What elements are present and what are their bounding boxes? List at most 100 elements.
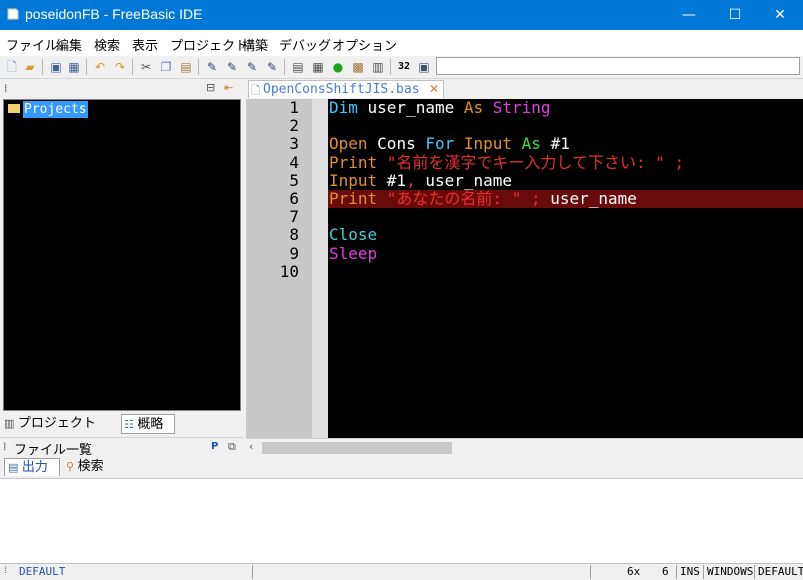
output-icon: ▤: [8, 461, 22, 474]
code-line: Open Cons For Input As #1: [329, 135, 570, 153]
tab-search[interactable]: ⚲ 検索: [66, 458, 126, 476]
editor-tab[interactable]: 🗋 OpenConsShiftJIS.bas ✕: [248, 80, 444, 98]
menu-view[interactable]: 表示: [132, 35, 158, 54]
window-icon[interactable]: ▣: [416, 59, 432, 75]
project-tree[interactable]: Projects: [3, 99, 241, 411]
menu-file[interactable]: ファイル: [6, 35, 58, 54]
output-area[interactable]: [0, 479, 803, 563]
mark-next-icon[interactable]: ✎: [224, 59, 240, 75]
code-editor[interactable]: Dim user_name As String Open Cons For Inp…: [328, 99, 803, 438]
close-button[interactable]: ✕: [757, 0, 803, 30]
app-icon: [7, 8, 19, 20]
code-token: #1: [386, 170, 407, 190]
mark-clear-icon[interactable]: ✎: [264, 59, 280, 75]
code-token: As: [521, 134, 551, 154]
pin-icon[interactable]: ⇤: [224, 81, 233, 94]
code-token: #1: [550, 134, 570, 154]
bits-label[interactable]: 32: [396, 59, 412, 75]
cut-icon[interactable]: ✂: [138, 59, 154, 75]
output-tabs: ▤ 出力 ⚲ 検索: [0, 456, 803, 479]
menu-debug[interactable]: デバッグ: [279, 35, 331, 54]
code-line: Dim user_name As String: [329, 99, 551, 117]
close-tab-icon[interactable]: ✕: [429, 81, 439, 98]
collapse-icon[interactable]: ⊟: [206, 81, 215, 94]
tab-outline[interactable]: ☷ 概略: [121, 414, 175, 434]
fold-margin[interactable]: [312, 99, 328, 438]
menu-edit[interactable]: 編集: [56, 35, 82, 54]
code-line: Print "名前を漢字でキー入力して下さい: " ;: [329, 153, 684, 172]
run-icon[interactable]: ●: [330, 59, 346, 75]
code-token: Dim: [329, 99, 368, 117]
code-token: ,: [406, 170, 426, 190]
folder-icon: [8, 104, 20, 113]
status-separator: [703, 565, 704, 579]
code-token: Open: [329, 134, 378, 154]
code-token: Print: [329, 189, 387, 208]
line-number: 6: [289, 189, 299, 208]
code-line: Input #1, user_name: [329, 170, 513, 190]
code-line: Close: [329, 226, 377, 244]
tab-output-label: 出力: [21, 460, 48, 475]
line-number: 3: [289, 134, 299, 154]
tab-project-label: プロジェクト: [17, 416, 96, 431]
toolbar-separator: [42, 59, 43, 75]
rebuild-icon[interactable]: ▩: [350, 59, 366, 75]
file-list-float-icon[interactable]: ⧉: [228, 440, 236, 454]
menu-search[interactable]: 検索: [94, 35, 120, 54]
status-line: 6: [662, 565, 669, 578]
toolbar-separator: [86, 59, 87, 75]
toolbar-search-input[interactable]: [436, 57, 800, 75]
quick-run-icon[interactable]: ▥: [370, 59, 386, 75]
scroll-left-icon[interactable]: ‹: [249, 440, 253, 453]
maximize-button[interactable]: ☐: [712, 0, 758, 30]
copy-icon[interactable]: ❐: [158, 59, 174, 75]
new-file-icon[interactable]: 🗋: [4, 59, 20, 75]
menu-project[interactable]: プロジェクト: [170, 35, 248, 54]
save-icon[interactable]: ▣: [48, 59, 64, 75]
build-icon[interactable]: ▦: [310, 59, 326, 75]
file-list-bar[interactable]: ⁞ ファイル一覧 P ⧉: [0, 437, 243, 458]
status-separator: [754, 565, 755, 579]
code-token: Cons: [377, 134, 426, 154]
tab-search-label: 検索: [77, 459, 104, 474]
title-bar: poseidonFB - FreeBasic IDE — ☐ ✕: [0, 0, 803, 30]
code-line: Print "あなたの名前: " ; user_name: [329, 190, 637, 208]
code-token: "あなたの名前: " ;: [386, 189, 551, 208]
code-token: Close: [329, 225, 378, 245]
panel-grip-icon[interactable]: ⁞: [4, 82, 8, 95]
menu-options[interactable]: オプション: [332, 35, 397, 54]
code-token: user_name: [425, 170, 513, 190]
tab-output[interactable]: ▤ 出力: [4, 458, 60, 476]
menu-build[interactable]: 構築: [242, 35, 268, 54]
compile-icon[interactable]: ▤: [290, 59, 306, 75]
tab-project[interactable]: ▥ プロジェクト: [4, 414, 118, 434]
code-token: As: [463, 99, 493, 117]
redo-icon[interactable]: ↷: [112, 59, 128, 75]
line-number: 4: [289, 152, 299, 172]
mark-prev-icon[interactable]: ✎: [244, 59, 260, 75]
tree-item-projects[interactable]: Projects: [23, 101, 88, 118]
project-panel-header: ⁞ ⊟ ⇤: [0, 80, 243, 98]
toolbar-separator: [132, 59, 133, 75]
menu-bar: ファイル 編集 検索 表示 プロジェクト 構築 デバッグ オプション: [0, 30, 803, 56]
open-icon[interactable]: ▰: [22, 59, 38, 75]
line-number: 2: [289, 116, 299, 136]
horizontal-scrollbar[interactable]: ‹: [246, 438, 803, 457]
status-column: 6x: [627, 565, 641, 578]
status-left: DEFAULT: [19, 565, 66, 578]
minimize-button[interactable]: —: [666, 0, 712, 30]
project-tab-icon: ▥: [4, 417, 18, 430]
paste-icon[interactable]: ▤: [178, 59, 194, 75]
mark-icon[interactable]: ✎: [204, 59, 220, 75]
toolbar: 🗋 ▰ ▣ ▦ ↶ ↷ ✂ ❐ ▤ ✎ ✎ ✎ ✎ ▤ ▦ ● ▩ ▥ 32 ▣: [0, 56, 803, 79]
status-separator: [676, 565, 677, 579]
code-token: For: [425, 134, 464, 154]
undo-icon[interactable]: ↶: [92, 59, 108, 75]
line-number: 9: [289, 243, 299, 263]
code-token: user_name: [367, 99, 464, 117]
line-number: 8: [289, 225, 299, 245]
scrollbar-thumb[interactable]: [262, 442, 452, 454]
save-all-icon[interactable]: ▦: [66, 59, 82, 75]
file-list-pin[interactable]: P: [211, 441, 218, 452]
status-separator: [590, 565, 591, 579]
